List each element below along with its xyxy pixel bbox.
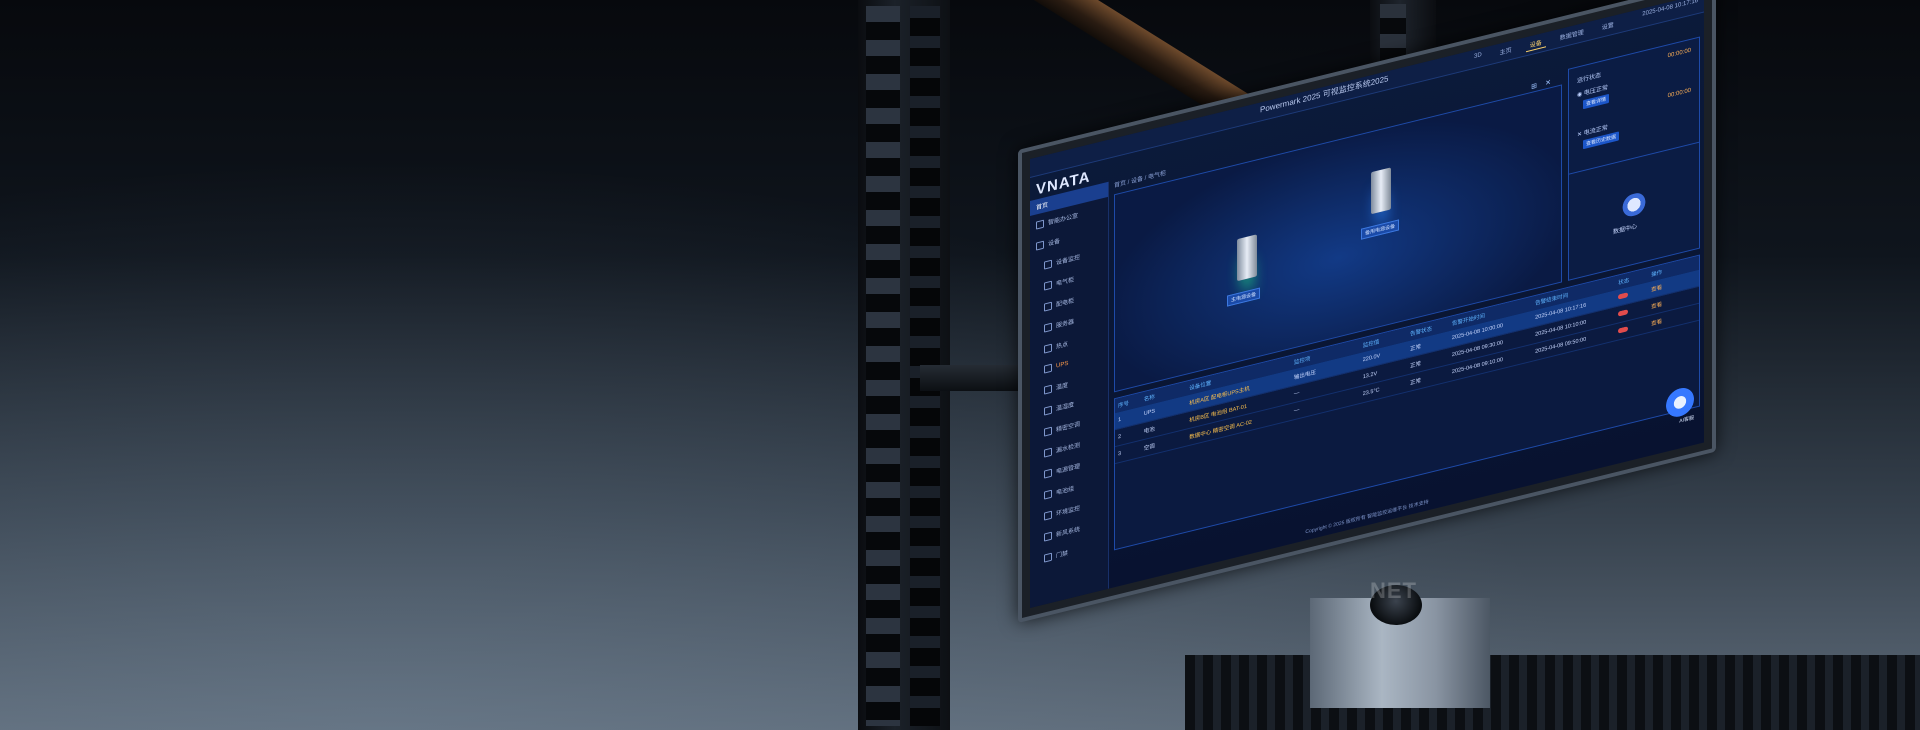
cell-text: 正常: [1410, 344, 1422, 353]
menu-item-icon: [1044, 384, 1052, 395]
scene: NET Powermark 2025 可视监控系统2025 3D 主页 设备 数据管理…: [0, 0, 1920, 730]
sidebar: 首页 智能办公室 设备 设备监控 电气柜 配电柜 服务器 热点 UPS 温度 温湿度 精密空调 漏水检…: [1030, 181, 1109, 609]
tab-3[interactable]: 数据管理: [1556, 25, 1588, 45]
cell-text: 23.5°C: [1362, 387, 1380, 398]
menu-item-icon: [1044, 426, 1052, 437]
menu-item-icon: [1044, 468, 1052, 479]
cell-text: 正常: [1410, 361, 1422, 370]
menu-item-icon: [1044, 259, 1052, 270]
sidebar-item-label: 漏水检测: [1056, 442, 1081, 455]
sidebar-items: 智能办公室设备设备监控电气柜配电柜服务器热点 UPS 温度温湿度精密空调漏水检测电源…: [1030, 197, 1108, 572]
sidebar-item-label: 设备: [1048, 238, 1061, 248]
device-primary-icon[interactable]: [1237, 234, 1257, 282]
tab-0[interactable]: 3D: [1470, 50, 1486, 66]
tab-4[interactable]: 设置: [1598, 18, 1618, 35]
cell-text: UPS: [1143, 408, 1156, 418]
menu-item-icon: [1044, 510, 1052, 521]
cell-text: 220.0V: [1362, 353, 1381, 364]
menu-item-icon: [1044, 363, 1052, 374]
status-row-running: 运行状态: [1577, 72, 1602, 85]
status-toggle-icon[interactable]: [1618, 308, 1629, 317]
sidebar-item-label: 精密空调: [1056, 421, 1081, 434]
watermark-text: NET: [1370, 578, 1417, 603]
sidebar-item-label: 新风系统: [1056, 526, 1081, 539]
sidebar-item-label: 电气柜: [1056, 277, 1075, 288]
sidebar-item-label: 电池组: [1056, 486, 1075, 497]
menu-item-icon: [1044, 280, 1052, 291]
sidebar-item-label: 热点: [1056, 341, 1069, 351]
cell-text: 正常: [1410, 378, 1422, 387]
tab-1[interactable]: 主页: [1496, 43, 1516, 60]
sidebar-item-label: 配电柜: [1056, 298, 1075, 309]
device-backup-icon[interactable]: [1371, 167, 1391, 215]
menu-item-icon: [1044, 552, 1052, 563]
view-action-link[interactable]: 查看: [1651, 319, 1662, 328]
status-time: 00:00:00: [1667, 47, 1691, 60]
menu-item-icon: [1044, 489, 1052, 500]
sidebar-item-label: 设备监控: [1056, 254, 1081, 267]
device-primary-label: 主电源设备: [1227, 287, 1261, 307]
expand-icon[interactable]: ⊞: [1531, 82, 1537, 91]
cell-text: 1: [1118, 416, 1122, 424]
sidebar-item-label: UPS: [1056, 360, 1069, 370]
sidebar-item-label: 智能办公室: [1048, 213, 1079, 227]
status-toggle-icon[interactable]: [1618, 291, 1629, 300]
cell-text: 输出电压: [1293, 369, 1316, 382]
menu-item-icon: [1036, 219, 1044, 230]
cloud-label: 数据中心: [1613, 223, 1638, 236]
cell-text: 2: [1118, 433, 1122, 441]
status-panel: 运行状态 00:00:00 ◉ 电压正常 查看详情 00:00:00 ✕ 电流正…: [1568, 36, 1700, 281]
cell-text: —: [1293, 389, 1300, 398]
close-icon[interactable]: ✕: [1545, 78, 1551, 87]
cell-text: 电池: [1143, 426, 1155, 436]
floor-grill: [1185, 655, 1920, 730]
view-action-link[interactable]: 查看: [1651, 285, 1662, 294]
sidebar-item-label: 环境监控: [1056, 505, 1081, 518]
menu-item-icon: [1044, 343, 1052, 354]
menu-item-icon: [1036, 240, 1044, 251]
menu-item-icon: [1044, 322, 1052, 333]
table-cell: 3: [1115, 446, 1141, 458]
cloud-server-icon[interactable]: [1619, 190, 1649, 220]
table-cell: 1: [1115, 412, 1141, 424]
menu-item-icon: [1044, 447, 1052, 458]
menu-item-icon: [1044, 405, 1052, 416]
cell-text: 空调: [1143, 443, 1155, 453]
sidebar-item-label: 温度: [1056, 382, 1069, 392]
cell-text: 13.2V: [1362, 370, 1378, 381]
table-cell: [1615, 321, 1648, 336]
view-action-link[interactable]: 查看: [1651, 302, 1662, 311]
menu-item-icon: [1044, 301, 1052, 312]
cell-text: —: [1293, 406, 1300, 415]
sidebar-item-label: 电源管理: [1056, 463, 1081, 476]
device-backup-label: 备用电源设备: [1361, 219, 1400, 240]
sidebar-item-label: 温湿度: [1056, 402, 1075, 413]
status-time: 00:00:00: [1667, 87, 1691, 100]
sidebar-item-label: 门禁: [1056, 550, 1069, 560]
status-toggle-icon[interactable]: [1618, 325, 1629, 334]
cell-text: 3: [1118, 450, 1122, 458]
table-cell: 2: [1115, 429, 1141, 441]
menu-item-icon: [1044, 531, 1052, 542]
sidebar-item-label: 服务器: [1056, 319, 1075, 330]
rack-holes: [866, 6, 900, 726]
tab-2[interactable]: 设备: [1525, 35, 1546, 53]
clock-readout: 2025-04-08 10:17:16: [1642, 0, 1698, 18]
